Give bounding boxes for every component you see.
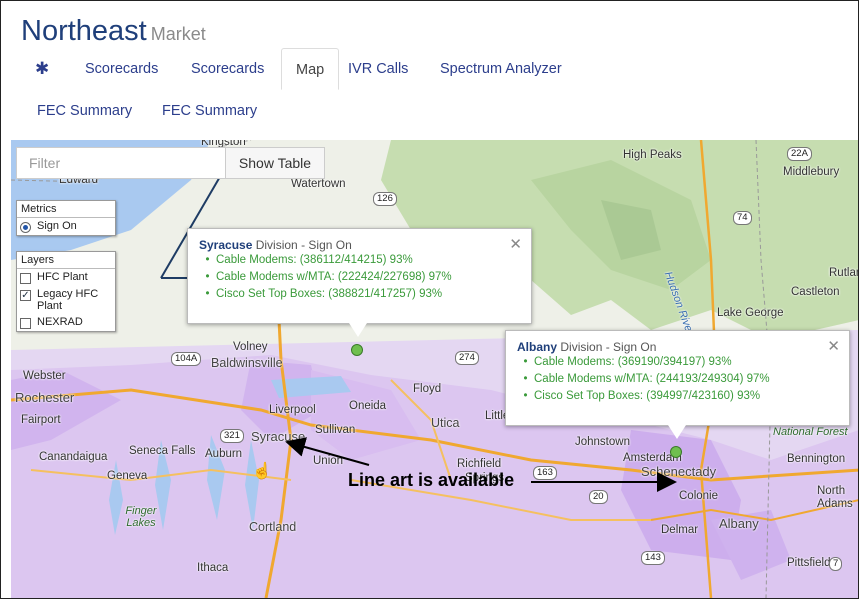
- hand-cursor-icon: ☝: [252, 463, 272, 480]
- app-window: Northeast Market ✱ Scorecards Scorecards …: [0, 0, 859, 599]
- annotation-callout: Line art is available: [348, 470, 515, 490]
- annotation-arrows: [285, 437, 677, 492]
